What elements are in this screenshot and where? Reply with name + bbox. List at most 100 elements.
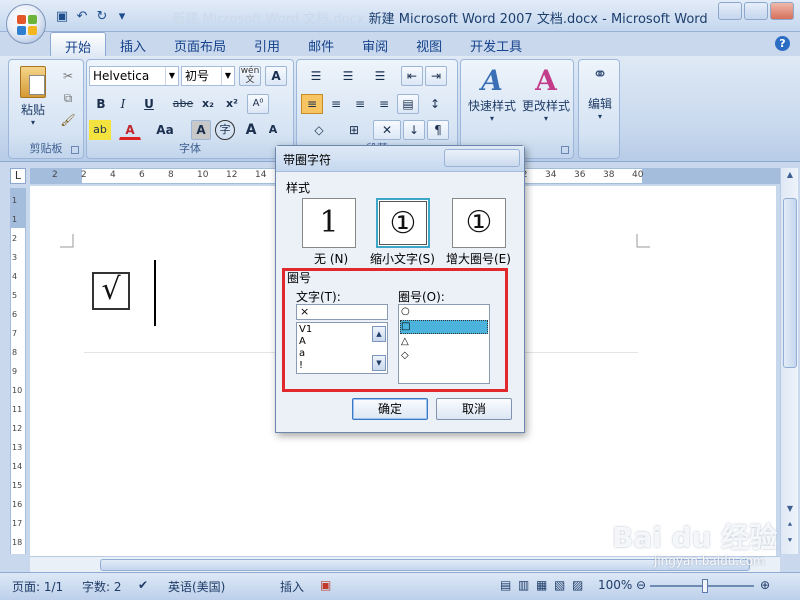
circle-list-item[interactable]: ○: [401, 306, 487, 317]
justify-icon[interactable]: ≡: [373, 94, 395, 114]
text-list-item[interactable]: V1: [299, 324, 312, 335]
text-input[interactable]: ×: [296, 304, 388, 320]
enclose-characters-button[interactable]: 字: [215, 120, 235, 140]
circle-list-item[interactable]: △: [401, 336, 487, 347]
phonetic-guide-button[interactable]: wén 文: [239, 66, 261, 86]
print-layout-icon[interactable]: ▤: [500, 578, 511, 592]
office-button[interactable]: [6, 4, 46, 44]
superscript-button[interactable]: x²: [221, 94, 243, 114]
full-screen-reading-icon[interactable]: ▥: [518, 578, 529, 592]
scroll-up-icon[interactable]: ▲: [372, 326, 386, 342]
align-left-icon[interactable]: ≡: [301, 94, 323, 114]
chinese-layout-icon[interactable]: ✕: [373, 120, 401, 140]
text-list-item[interactable]: a: [299, 348, 305, 359]
cancel-button[interactable]: 取消: [436, 398, 512, 420]
web-layout-icon[interactable]: ▦: [536, 578, 547, 592]
increase-indent-icon[interactable]: ⇥: [425, 66, 447, 86]
enclose-characters-dialog: 带圈字符 样式 1 ① ① 无 (N) 缩小文字(S) 增大圈号(E) 圈号 文…: [275, 145, 525, 433]
style-enlarge-symbol-option[interactable]: ①: [452, 198, 506, 248]
scroll-down-icon[interactable]: ▼: [372, 355, 386, 371]
character-border-button[interactable]: A: [265, 66, 287, 86]
macro-record-icon[interactable]: ▣: [320, 578, 331, 592]
circle-list-item[interactable]: ◇: [401, 350, 487, 361]
tab-mailings[interactable]: 邮件: [294, 32, 348, 56]
style-none-option[interactable]: 1: [302, 198, 356, 248]
distributed-icon[interactable]: ▤: [397, 94, 419, 114]
shading-icon[interactable]: ◇: [301, 120, 337, 140]
align-right-icon[interactable]: ≡: [349, 94, 371, 114]
align-center-icon[interactable]: ≡: [325, 94, 347, 114]
ruler-tick-label: 1: [12, 196, 18, 205]
scroll-up-icon[interactable]: ▲: [783, 170, 797, 184]
underline-button[interactable]: U: [137, 94, 161, 114]
text-list-item[interactable]: A: [299, 336, 306, 347]
font-name-combo[interactable]: Helvetica ▼: [89, 66, 179, 86]
numbering-icon[interactable]: ☰: [333, 66, 363, 86]
page-count[interactable]: 页面: 1/1: [12, 578, 63, 595]
dialog-close-button[interactable]: [444, 149, 520, 167]
paste-button[interactable]: 粘贴 ▾: [15, 64, 51, 127]
shrink-font-button[interactable]: A: [263, 120, 283, 140]
tab-references[interactable]: 引用: [240, 32, 294, 56]
insert-mode[interactable]: 插入: [280, 578, 304, 595]
help-icon[interactable]: ?: [775, 36, 790, 51]
outline-icon[interactable]: ▧: [554, 578, 565, 592]
tab-developer[interactable]: 开发工具: [456, 32, 536, 56]
bold-button[interactable]: B: [91, 94, 111, 114]
tab-page-layout[interactable]: 页面布局: [160, 32, 240, 56]
vertical-scrollbar[interactable]: ▲ ▼ ⯅ ⯆: [780, 168, 798, 554]
tab-review[interactable]: 审阅: [348, 32, 402, 56]
zoom-level[interactable]: 100%: [598, 578, 632, 592]
text-list[interactable]: V1 A a ! ▲ ▼: [296, 322, 388, 374]
font-size-combo[interactable]: 初号 ▼: [181, 66, 235, 86]
proofing-icon[interactable]: ✔: [138, 578, 148, 592]
grow-font-button[interactable]: A: [241, 120, 261, 140]
circle-list-item-selected[interactable]: □: [400, 320, 488, 334]
tab-selector[interactable]: L: [10, 168, 26, 184]
change-case-button[interactable]: Aa: [151, 120, 179, 140]
multilevel-list-icon[interactable]: ☰: [365, 66, 395, 86]
format-painter-icon[interactable]: 🖌: [59, 110, 77, 130]
zoom-slider-knob[interactable]: [702, 579, 708, 593]
ruler-tick-label: 12: [12, 424, 23, 433]
change-styles-button[interactable]: A 更改样式 ▾: [519, 64, 573, 123]
language-indicator[interactable]: 英语(美国): [168, 578, 225, 595]
font-color-button[interactable]: A: [119, 120, 141, 140]
word-count[interactable]: 字数: 2: [82, 578, 122, 595]
tab-view[interactable]: 视图: [402, 32, 456, 56]
subscript-button[interactable]: x₂: [197, 94, 219, 114]
copy-icon[interactable]: ⧉: [59, 88, 77, 108]
draft-icon[interactable]: ▨: [572, 578, 583, 592]
cut-icon[interactable]: ✂: [59, 66, 77, 86]
circle-label: 圈号(O):: [398, 290, 445, 304]
highlight-button[interactable]: ab: [89, 120, 111, 140]
zoom-in-icon[interactable]: ⊕: [760, 578, 770, 592]
editing-button[interactable]: ⚭ 编辑 ▾: [581, 64, 619, 121]
strikethrough-button[interactable]: abe: [171, 94, 195, 114]
sort-icon[interactable]: ↓: [403, 120, 425, 140]
styles-launcher-icon[interactable]: [561, 146, 569, 154]
borders-icon[interactable]: ⊞: [339, 120, 369, 140]
quick-styles-button[interactable]: A 快速样式 ▾: [465, 64, 519, 123]
italic-button[interactable]: I: [113, 94, 133, 114]
style-shrink-text-option[interactable]: ①: [376, 198, 430, 248]
enclosed-character[interactable]: √: [92, 272, 130, 310]
close-button[interactable]: [770, 2, 794, 20]
tab-insert[interactable]: 插入: [106, 32, 160, 56]
zoom-out-icon[interactable]: ⊖: [636, 578, 646, 592]
maximize-button[interactable]: [744, 2, 768, 20]
clear-formatting-button[interactable]: A⁰: [247, 94, 269, 114]
ok-button[interactable]: 确定: [352, 398, 428, 420]
text-list-item[interactable]: !: [299, 360, 303, 371]
character-shading-button[interactable]: A: [191, 120, 211, 140]
vertical-scroll-thumb[interactable]: [783, 198, 797, 368]
decrease-indent-icon[interactable]: ⇤: [401, 66, 423, 86]
ruler-tick-label: 2: [52, 170, 58, 180]
show-marks-icon[interactable]: ¶: [427, 120, 449, 140]
minimize-button[interactable]: [718, 2, 742, 20]
clipboard-launcher-icon[interactable]: [71, 146, 79, 154]
circle-list[interactable]: ○ □ △ ◇: [398, 304, 490, 384]
tab-home[interactable]: 开始: [50, 32, 107, 56]
line-spacing-icon[interactable]: ↕: [421, 94, 449, 114]
bullets-icon[interactable]: ☰: [301, 66, 331, 86]
